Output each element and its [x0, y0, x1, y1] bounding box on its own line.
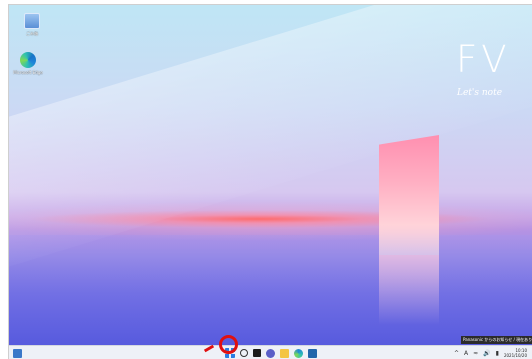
edge-taskbar-icon[interactable]	[294, 348, 303, 358]
wallpaper-floor	[9, 235, 532, 345]
task-view-icon[interactable]	[253, 349, 261, 357]
lets-note-logo: Let's note	[457, 88, 503, 98]
clock[interactable]: 10:10 2021/10/20	[504, 348, 527, 358]
wifi-icon[interactable]: ≈	[473, 350, 478, 357]
fv-logo: FV	[456, 38, 511, 81]
file-explorer-icon[interactable]	[280, 348, 289, 358]
widgets-icon[interactable]	[13, 349, 22, 358]
clock-date: 2021/10/20	[503, 353, 527, 358]
desktop-screen: FV Let's note ごみ箱 Microsoft Edge Panason…	[8, 4, 532, 359]
volume-icon[interactable]: 🔊	[483, 350, 490, 357]
search-icon[interactable]	[240, 349, 248, 357]
ime-indicator[interactable]: A	[464, 350, 468, 357]
store-icon[interactable]	[308, 348, 317, 358]
notification-toast[interactable]: Panasonic からのお知らせ / 現在ありません	[461, 336, 532, 344]
taskbar: ^ A ≈ 🔊 ▮ 10:10 2021/10/20	[9, 345, 532, 359]
wallpaper-pillar-reflection	[379, 255, 439, 325]
wallpaper-pillar	[379, 135, 439, 255]
system-tray: ^ A ≈ 🔊 ▮ 10:10 2021/10/20	[454, 348, 527, 358]
tray-chevron-icon[interactable]: ^	[454, 350, 459, 357]
desktop-icon-edge[interactable]: Microsoft Edge	[11, 52, 45, 75]
wallpaper	[9, 5, 532, 345]
desktop-icon-label: Microsoft Edge	[13, 70, 43, 75]
start-button-highlight	[219, 335, 238, 354]
desktop-icon-label: ごみ箱	[26, 31, 38, 36]
battery-icon[interactable]: ▮	[496, 350, 499, 357]
desktop-icon-recycle-bin[interactable]: ごみ箱	[15, 13, 49, 36]
recycle-bin-icon	[24, 13, 40, 29]
taskbar-apps	[225, 348, 317, 358]
chat-icon[interactable]	[266, 348, 275, 358]
edge-icon	[20, 52, 36, 68]
